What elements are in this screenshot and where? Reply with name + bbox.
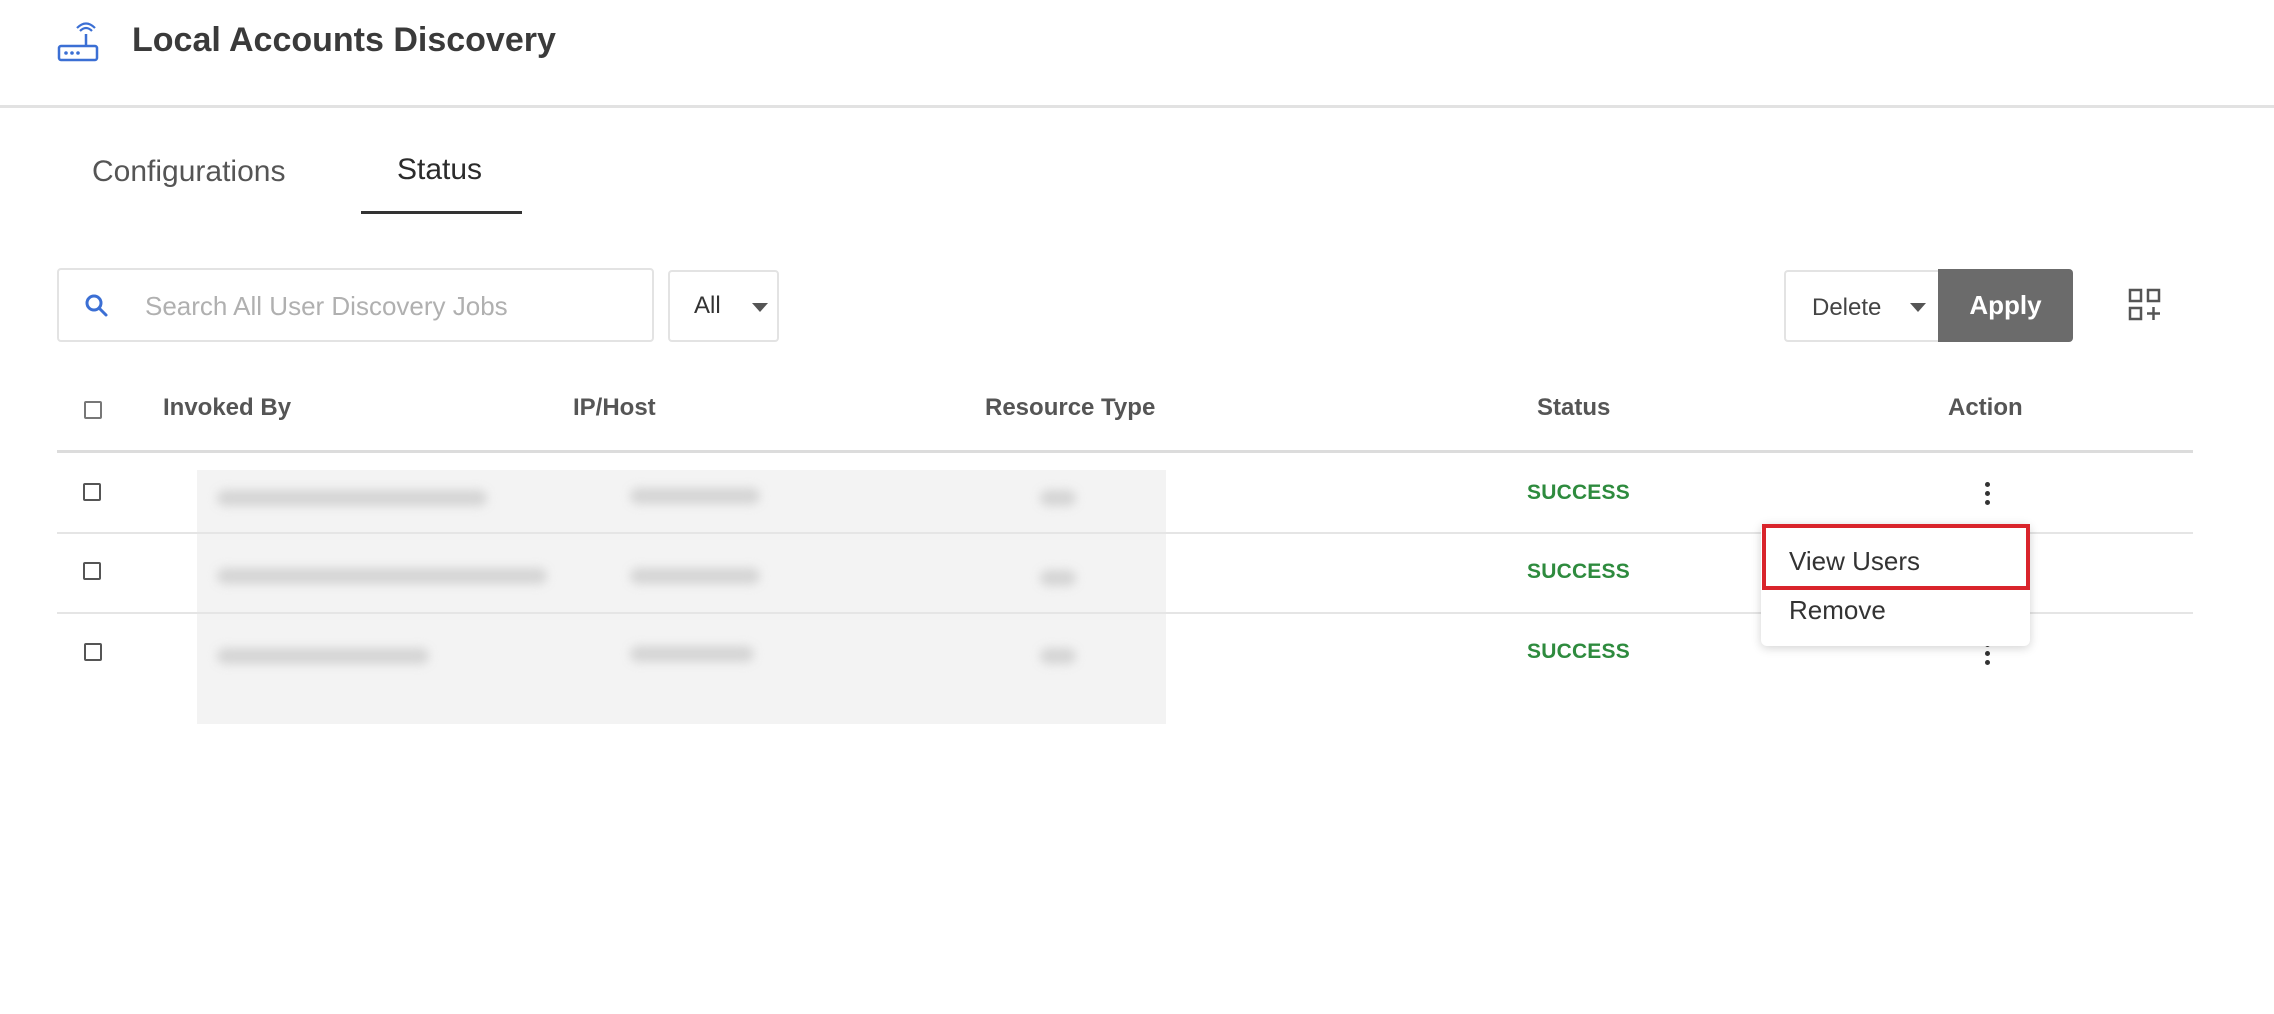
redacted-text: [1040, 490, 1076, 506]
search-box[interactable]: [57, 268, 654, 342]
redacted-text: [1040, 570, 1076, 586]
status-badge: SUCCESS: [1527, 640, 1630, 663]
redacted-area: [197, 470, 1166, 724]
menu-item-remove[interactable]: Remove: [1789, 595, 1886, 626]
chevron-down-icon: [752, 303, 768, 312]
row-checkbox[interactable]: [84, 643, 102, 661]
redacted-text: [630, 488, 760, 504]
router-icon: [57, 22, 99, 62]
chevron-down-icon: [1910, 303, 1926, 312]
search-icon: [85, 294, 108, 317]
column-header-invoked-by[interactable]: Invoked By: [163, 394, 291, 422]
status-badge: SUCCESS: [1527, 560, 1630, 583]
grid-add-icon[interactable]: [2128, 288, 2162, 322]
column-header-status[interactable]: Status: [1537, 394, 1610, 422]
page-header: Local Accounts Discovery: [0, 0, 2274, 108]
redacted-text: [217, 568, 547, 584]
select-all-checkbox[interactable]: [84, 401, 102, 419]
row-checkbox[interactable]: [83, 562, 101, 580]
redacted-text: [630, 568, 760, 584]
more-options-icon[interactable]: [1982, 482, 1992, 512]
apply-button[interactable]: Apply: [1938, 269, 2073, 342]
column-header-resource-type[interactable]: Resource Type: [985, 394, 1155, 422]
active-tab-indicator: [361, 211, 522, 214]
redacted-text: [217, 490, 487, 506]
redacted-text: [1040, 648, 1076, 664]
column-header-action: Action: [1948, 394, 2023, 421]
header-divider: [57, 450, 2193, 453]
search-input[interactable]: [143, 282, 627, 330]
page-title: Local Accounts Discovery: [132, 21, 556, 59]
bulk-action-select[interactable]: Delete: [1784, 270, 1940, 342]
filter-select-value: All: [694, 292, 721, 319]
filter-select[interactable]: All: [668, 270, 779, 342]
row-context-menu: View Users Remove: [1761, 524, 2030, 646]
menu-item-view-users[interactable]: View Users: [1789, 546, 1920, 577]
bulk-action-value: Delete: [1812, 294, 1882, 321]
status-badge: SUCCESS: [1527, 481, 1630, 504]
tab-configurations[interactable]: Configurations: [92, 150, 285, 194]
tab-status[interactable]: Status: [397, 148, 482, 192]
redacted-text: [217, 648, 429, 664]
more-options-icon[interactable]: [1982, 642, 1992, 672]
redacted-text: [630, 646, 754, 662]
column-header-ip-host[interactable]: IP/Host: [573, 394, 656, 422]
row-checkbox[interactable]: [83, 483, 101, 501]
